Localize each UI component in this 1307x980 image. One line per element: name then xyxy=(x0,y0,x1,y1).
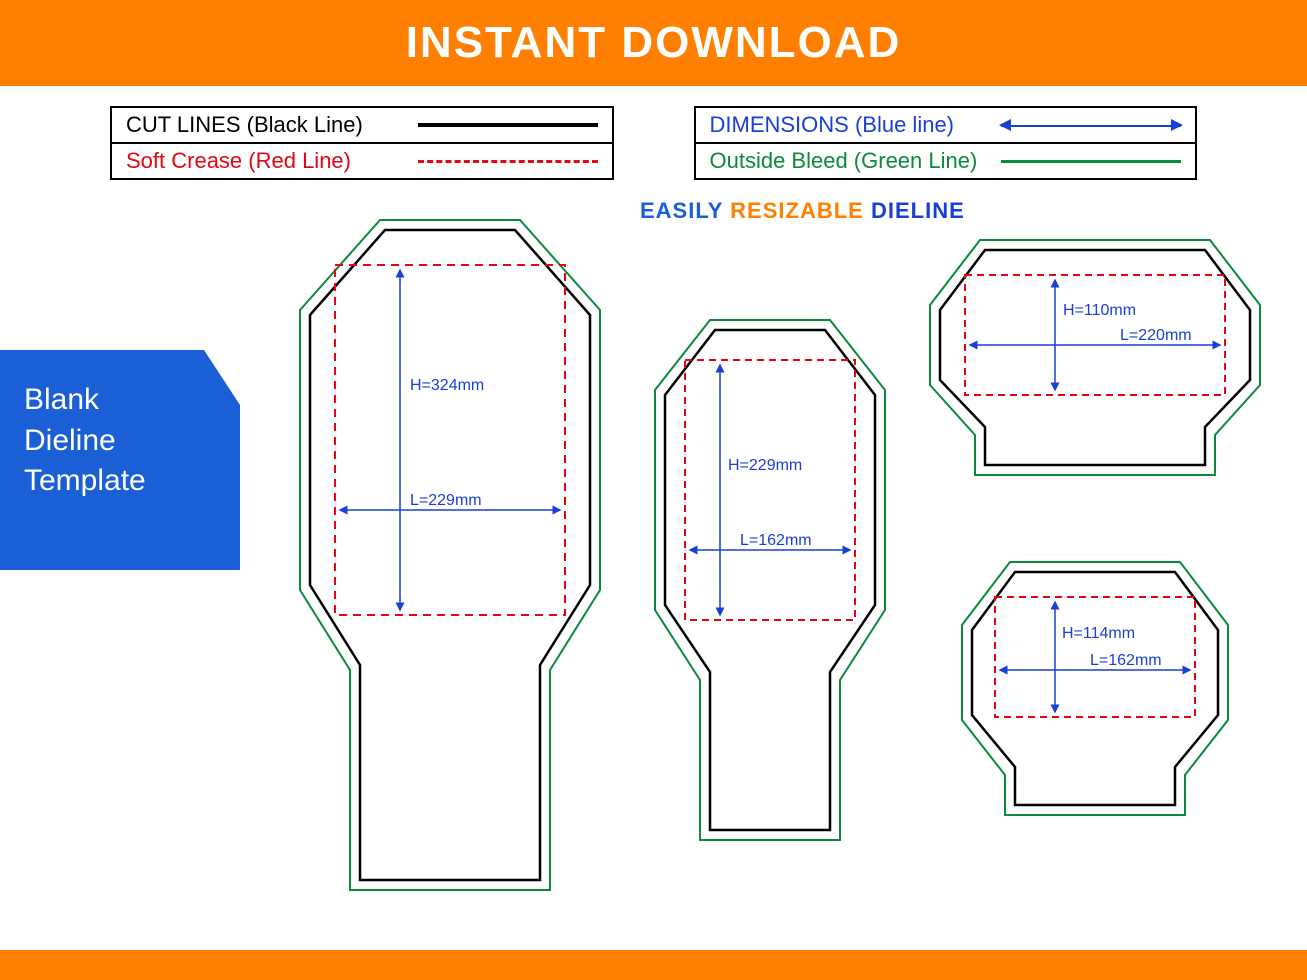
legend-bleed: Outside Bleed (Green Line) xyxy=(696,142,1196,178)
dim-l: L=162mm xyxy=(740,532,812,549)
dieline-canvas: H=324mm L=229mm H=229mm L=162mm H=110mm … xyxy=(260,200,1297,940)
legend-cut-lines: CUT LINES (Black Line) xyxy=(112,108,612,142)
legend-label: CUT LINES (Black Line) xyxy=(126,112,363,138)
dieline-shape-d: H=114mm L=162mm xyxy=(950,550,1240,840)
legend-row: CUT LINES (Black Line) Soft Crease (Red … xyxy=(110,106,1197,180)
side-badge: Blank Dieline Template xyxy=(0,350,240,570)
dimension-sample xyxy=(1001,124,1181,126)
dieline-shape-a: H=324mm L=229mm xyxy=(280,210,620,930)
bleed-sample xyxy=(1001,160,1181,163)
badge-line: Blank xyxy=(24,380,216,421)
dim-h: H=324mm xyxy=(410,377,484,394)
legend-label: DIMENSIONS (Blue line) xyxy=(710,112,955,138)
footer-banner xyxy=(0,950,1307,980)
legend-right: DIMENSIONS (Blue line) Outside Bleed (Gr… xyxy=(694,106,1198,180)
dim-h: H=114mm xyxy=(1062,625,1135,642)
legend-label: Soft Crease (Red Line) xyxy=(126,148,351,174)
cut-line-sample xyxy=(418,123,598,127)
dieline-shape-b: H=229mm L=162mm xyxy=(640,310,900,870)
crease-sample xyxy=(418,160,598,163)
dim-l: L=229mm xyxy=(410,492,482,509)
dim-l: L=162mm xyxy=(1090,652,1162,669)
dim-h: H=229mm xyxy=(728,457,802,474)
dieline-shape-c: H=110mm L=220mm xyxy=(920,225,1270,505)
dim-h: H=110mm xyxy=(1063,302,1136,319)
badge-line: Dieline xyxy=(24,421,216,462)
badge-line: Template xyxy=(24,461,216,502)
legend-soft-crease: Soft Crease (Red Line) xyxy=(112,142,612,178)
legend-dimensions: DIMENSIONS (Blue line) xyxy=(696,108,1196,142)
legend-label: Outside Bleed (Green Line) xyxy=(710,148,978,174)
dim-l: L=220mm xyxy=(1120,327,1192,344)
header-banner: INSTANT DOWNLOAD xyxy=(0,0,1307,86)
legend-left: CUT LINES (Black Line) Soft Crease (Red … xyxy=(110,106,614,180)
